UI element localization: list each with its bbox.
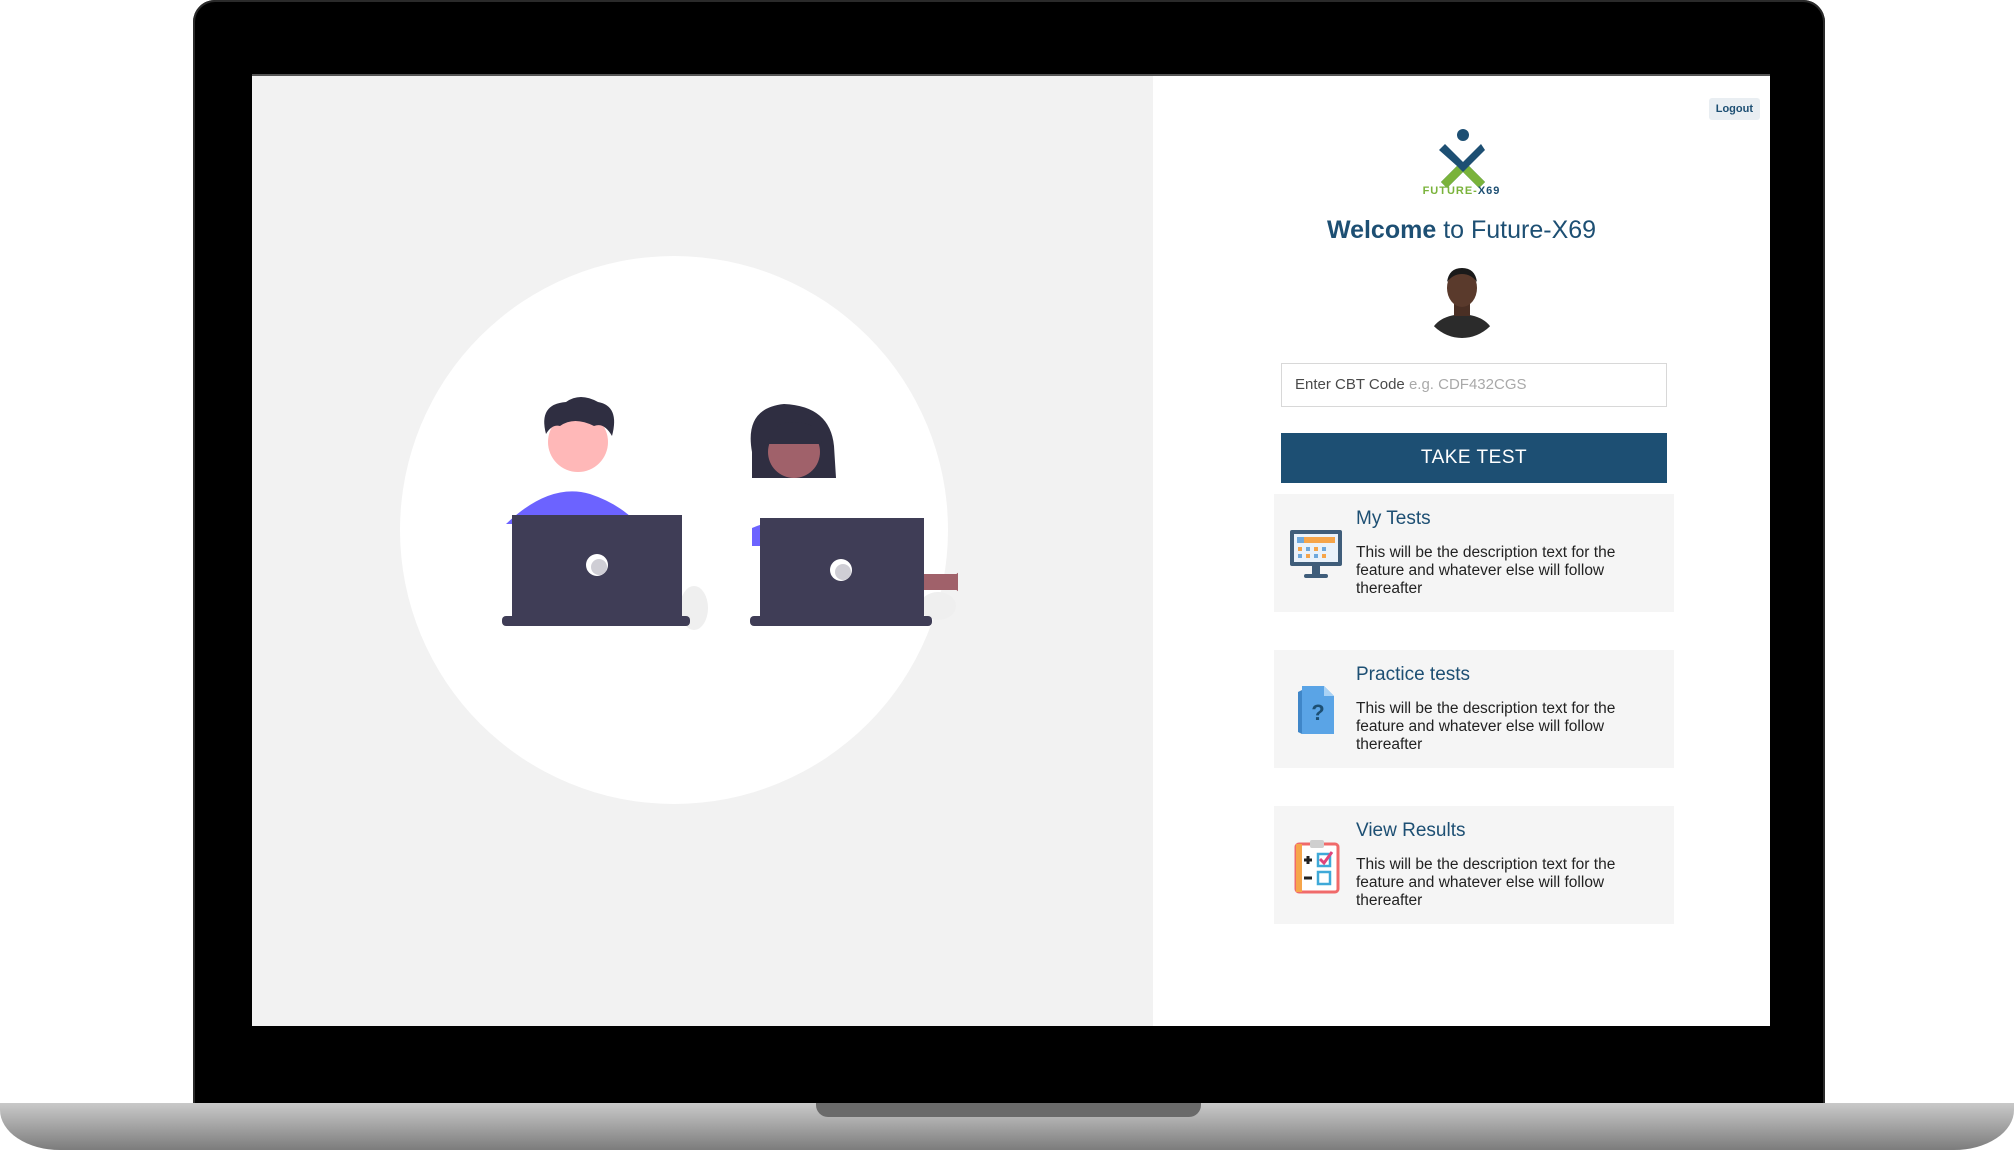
people-working-illustration (400, 256, 958, 804)
card-view-results[interactable]: View Results This will be the descriptio… (1274, 806, 1674, 924)
card-practice-tests[interactable]: ? Practice tests This will be the descri… (1274, 650, 1674, 768)
card-description: This will be the description text for th… (1356, 544, 1616, 597)
svg-text:?: ? (1311, 700, 1324, 725)
welcome-heading: Welcome to Future-X69 (1326, 216, 1597, 244)
cbt-code-placeholder: Enter CBT Code e.g. CDF432CGS (1295, 376, 1527, 393)
take-test-button[interactable]: TAKE TEST (1281, 433, 1667, 483)
card-description: This will be the description text for th… (1356, 700, 1616, 753)
monitor-icon (1290, 530, 1342, 578)
card-title: Practice tests (1356, 664, 1471, 685)
card-my-tests[interactable]: My Tests This will be the description te… (1274, 494, 1674, 612)
question-document-icon: ? (1298, 686, 1334, 734)
card-description: This will be the description text for th… (1356, 856, 1616, 909)
card-title: View Results (1356, 820, 1466, 841)
laptop-notch (816, 1103, 1201, 1117)
logo-text: FUTURE-X69 (1422, 185, 1501, 197)
dashboard-pane: Logout FUTURE-X69 Welcome to Future-X69 … (1153, 76, 1770, 1026)
app-screen: Logout FUTURE-X69 Welcome to Future-X69 … (252, 74, 1770, 1026)
avatar (1423, 260, 1501, 338)
logout-button[interactable]: Logout (1708, 98, 1760, 120)
checklist-icon (1294, 840, 1340, 894)
illustration-pane (252, 76, 1153, 1026)
card-title: My Tests (1356, 508, 1431, 529)
